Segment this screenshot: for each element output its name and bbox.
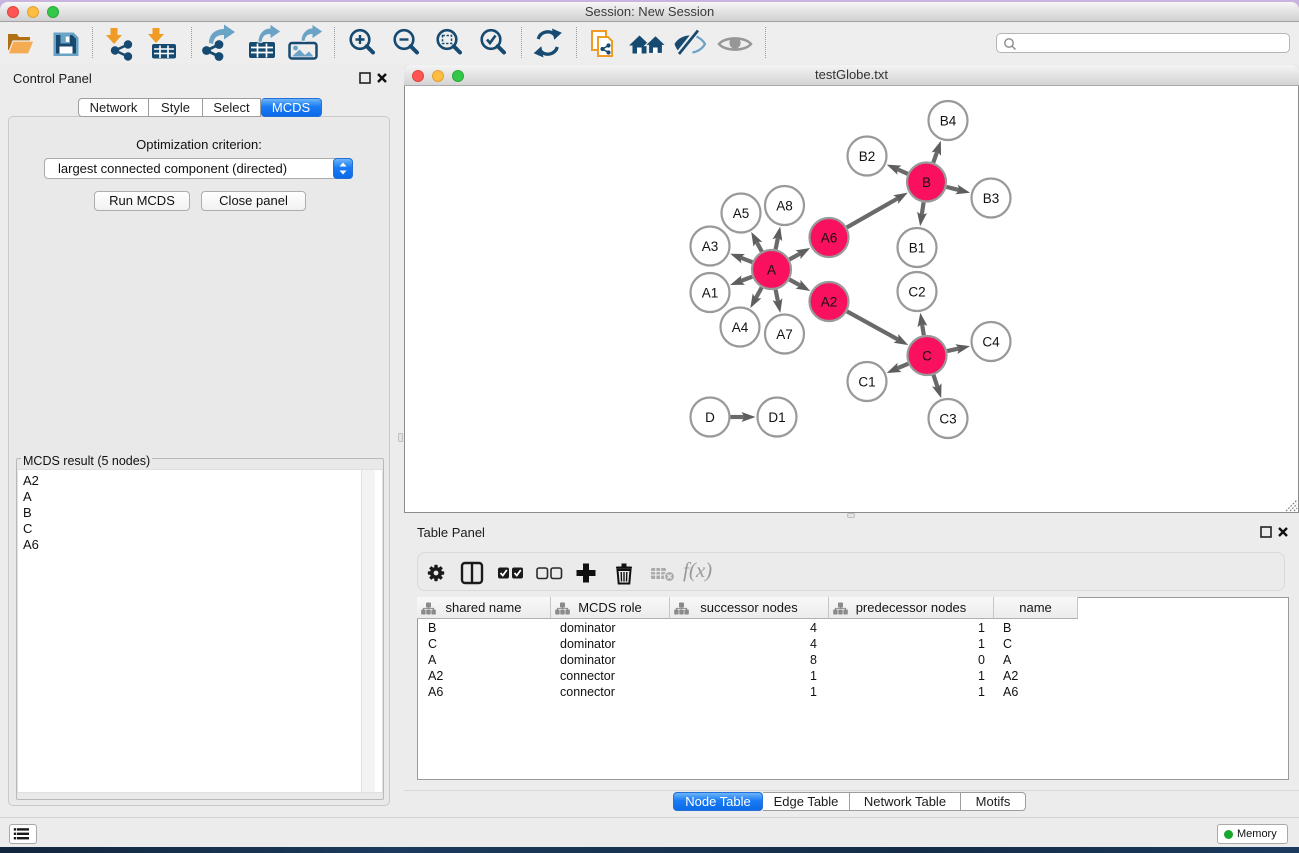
svg-text:C1: C1 (858, 374, 875, 389)
svg-text:A5: A5 (733, 206, 750, 221)
svg-text:C3: C3 (939, 411, 956, 426)
svg-text:A6: A6 (821, 230, 838, 245)
svg-text:B3: B3 (983, 191, 1000, 206)
svg-text:B4: B4 (940, 113, 957, 128)
svg-text:A4: A4 (732, 320, 749, 335)
svg-text:C2: C2 (908, 284, 925, 299)
svg-text:B1: B1 (909, 240, 926, 255)
svg-text:C: C (922, 348, 932, 363)
svg-text:A8: A8 (776, 198, 793, 213)
svg-text:D: D (705, 410, 715, 425)
svg-text:A1: A1 (702, 285, 719, 300)
svg-text:D1: D1 (768, 410, 785, 425)
svg-text:B: B (922, 175, 931, 190)
svg-text:C4: C4 (982, 334, 1000, 349)
svg-text:A: A (767, 262, 776, 277)
svg-text:B2: B2 (859, 149, 876, 164)
svg-text:A2: A2 (821, 294, 838, 309)
svg-text:A3: A3 (702, 239, 719, 254)
svg-text:A7: A7 (776, 327, 793, 342)
